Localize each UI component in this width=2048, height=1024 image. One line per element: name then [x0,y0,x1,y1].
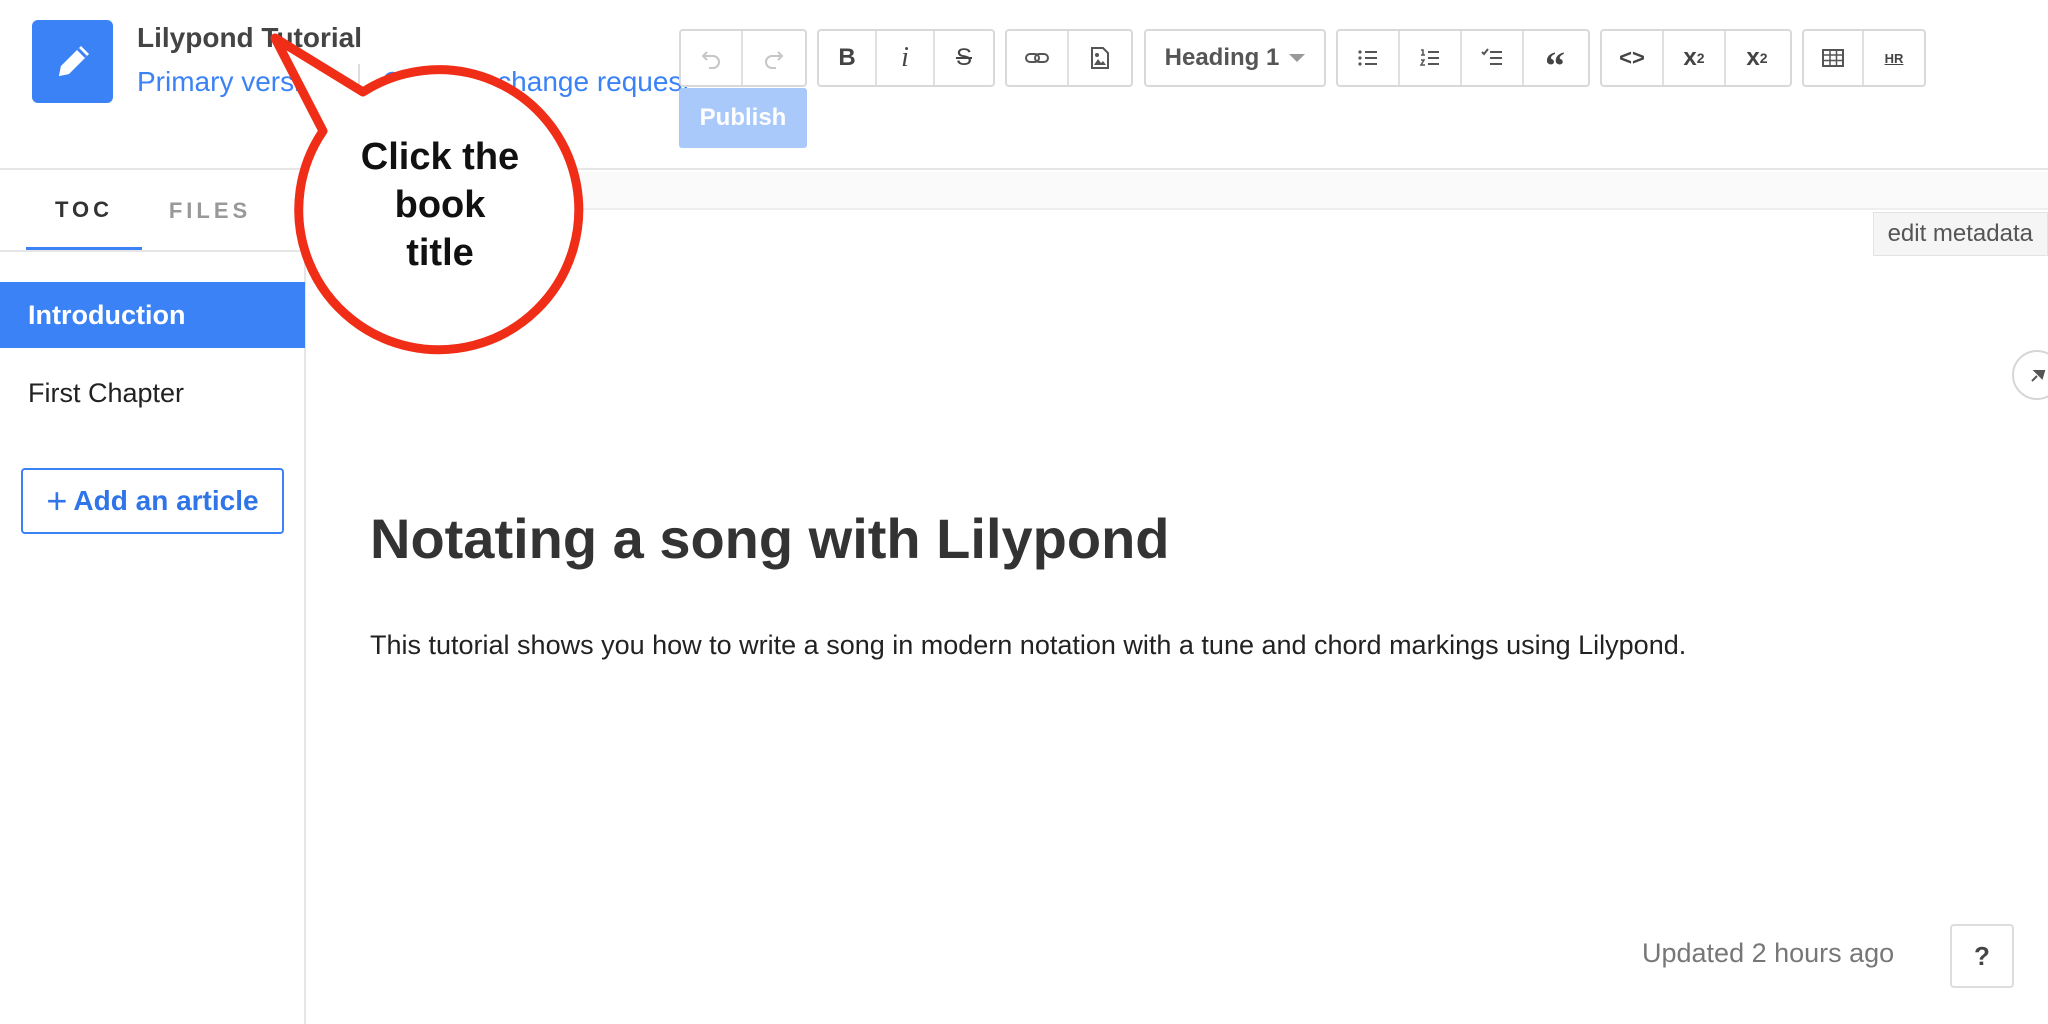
table-button[interactable] [1804,31,1864,85]
checklist-button[interactable] [1462,31,1524,85]
link-button[interactable] [1007,31,1069,85]
italic-button[interactable]: i [877,31,935,85]
image-button[interactable] [1069,31,1131,85]
header-divider [358,64,360,98]
pin-button[interactable] [2012,350,2048,400]
add-article-label: Add an article [73,485,259,516]
help-button[interactable]: ? [1950,924,2014,988]
pin-icon [2031,370,2046,382]
superscript-sup: 2 [1759,50,1768,66]
list-group: “ [1336,29,1590,88]
numbered-list-button[interactable] [1400,31,1462,85]
quote-button[interactable]: “ [1524,31,1586,88]
editor-pane: edit metadata Notating a song with Lilyp… [308,172,2048,1024]
format-group: B i S [817,29,995,87]
sidebar-item-introduction[interactable]: Introduction [0,282,305,348]
document-heading[interactable]: Notating a song with Lilypond [370,506,1169,571]
bold-button[interactable]: B [819,31,877,85]
sidebar: TOC FILES Introduction First Chapter + A… [0,172,306,1024]
add-article-button[interactable]: + Add an article [21,468,284,534]
checklist-icon [1481,48,1502,65]
redo-icon [765,51,784,69]
publish-button[interactable]: Publish [679,88,807,148]
tabs-divider [0,250,306,252]
tab-toc[interactable]: TOC [26,172,142,250]
subscript-button[interactable]: x2 [1664,31,1726,85]
superscript-label: x [1746,44,1760,71]
book-title[interactable]: Lilypond Tutorial [137,22,362,54]
editor-top-strip [308,172,2048,210]
document-paragraph[interactable]: This tutorial shows you how to write a s… [370,630,1686,661]
undo-button[interactable] [681,31,743,85]
code-button[interactable]: <> [1602,31,1664,85]
pencil-icon[interactable] [32,20,113,103]
superscript-button[interactable]: x2 [1726,31,1788,85]
bullet-list-button[interactable] [1338,31,1400,85]
strikethrough-button[interactable]: S [935,31,993,85]
app-header: Lilypond Tutorial Primary version Create… [0,0,2048,170]
code-group: <> x2 x2 [1600,29,1792,87]
plus-icon: + [46,480,68,521]
change-request-link[interactable]: Create a change request [382,62,690,102]
sidebar-item-first-chapter[interactable]: First Chapter [0,360,305,426]
subscript-sub: 2 [1696,50,1705,66]
insert-group [1005,29,1133,87]
heading-group: Heading 1 [1144,29,1326,87]
block-group: HR [1802,29,1926,87]
table-icon [1822,49,1844,67]
primary-version-link[interactable]: Primary version [137,62,347,102]
edit-metadata-button[interactable]: edit metadata [1872,212,2048,256]
history-group [679,29,807,87]
heading-select-label: Heading 1 [1164,44,1280,71]
redo-button[interactable] [743,31,805,85]
chevron-down-icon [1289,54,1306,62]
updated-status: Updated 2 hours ago [1642,938,1895,968]
subscript-label: x [1683,44,1697,71]
bullet-list-icon [1358,50,1377,66]
tab-files[interactable]: FILES [150,172,270,250]
link-icon [1025,53,1049,63]
image-icon [1091,47,1109,69]
heading-select[interactable]: Heading 1 [1146,31,1324,85]
undo-icon [701,51,720,69]
numbered-list-icon [1419,49,1439,66]
horizontal-rule-button[interactable]: HR [1864,31,1924,85]
